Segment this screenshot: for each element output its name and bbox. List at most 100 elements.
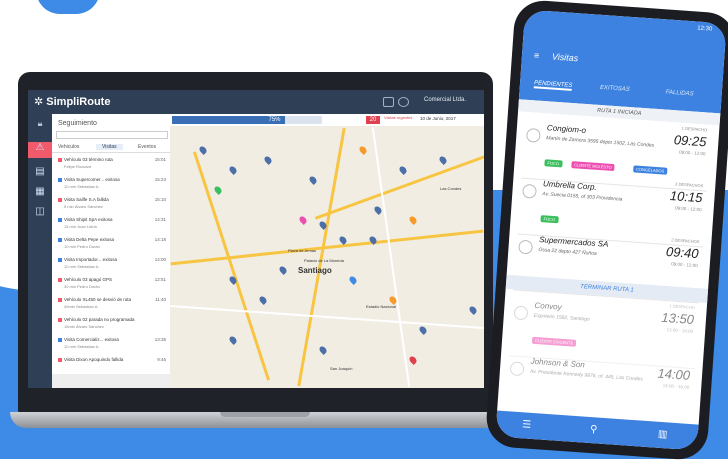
visit-name: Congiom-o: [546, 123, 587, 136]
tab-visitas[interactable]: Visitas: [96, 144, 123, 150]
map-view[interactable]: Santiago Plaza de Armas Palacio de La Mo…: [170, 126, 484, 388]
calendar-icon[interactable]: ▦: [34, 186, 46, 198]
timeline-row[interactable]: Visita Shipit SpA exitosa 15 min Juan Lid…: [58, 216, 166, 238]
map-pin-icon[interactable]: [308, 175, 318, 185]
progress-bar-area: 75% 20 Visitas urgentes 10 de Junio, 201…: [170, 114, 484, 126]
map-pin-icon[interactable]: [408, 355, 418, 365]
map-pin-icon[interactable]: [228, 165, 238, 175]
map-pin-icon[interactable]: [298, 215, 308, 225]
tab-vehiculos[interactable]: Vehiculos: [58, 144, 79, 150]
map-pin-icon[interactable]: [198, 145, 208, 155]
event-time: 12:51: [154, 277, 166, 282]
event-flag-icon: [58, 238, 62, 242]
event-subtitle: 10 min Pedro Durán: [64, 244, 100, 249]
visit-address: Av. Presidente Kennedy 9876, of. 445, La…: [529, 368, 644, 383]
list-icon[interactable]: ☰: [522, 419, 532, 431]
visit-window: 09:00 - 12:00: [671, 261, 698, 269]
checkbox-icon[interactable]: [509, 361, 525, 377]
checkbox-icon[interactable]: [513, 305, 529, 321]
event-time: 11:40: [155, 297, 166, 302]
checkbox-icon[interactable]: [525, 127, 541, 143]
event-subtitle: 10 min Sebastian A.: [64, 264, 100, 269]
map-pin-icon[interactable]: [438, 155, 448, 165]
app-logo[interactable]: ✲ SimpliRoute: [34, 95, 110, 108]
map-pin-icon[interactable]: [468, 305, 478, 315]
panel-footer: [52, 374, 170, 388]
timeline-row[interactable]: Vehículo 03 apagó GPS 30 min Pedro Durán 1…: [58, 276, 166, 298]
dispatch-count: 1 DESPACHO: [669, 303, 695, 311]
tab-eventos[interactable]: Eventos: [138, 144, 156, 150]
search-input[interactable]: [56, 131, 168, 139]
map-pin-icon[interactable]: [418, 325, 428, 335]
map-pin-icon[interactable]: [358, 145, 368, 155]
map-pin-icon[interactable]: [408, 215, 418, 225]
alert-icon[interactable]: ⚠: [28, 142, 52, 158]
menu-icon[interactable]: ≡: [534, 50, 540, 60]
event-title: Visita Dixon Apoquindo fallida: [64, 357, 124, 362]
timeline-row[interactable]: Visita Sailfe S.A fallida 5 min Álvaro Sá…: [58, 196, 166, 218]
event-title: Vehículo XL450 se desvió de ruta: [64, 297, 132, 302]
event-subtitle: 10 min Sebastian A.: [64, 344, 100, 349]
timeline-row[interactable]: Visita Comercializ... exitosa 10 min Seba…: [58, 336, 166, 358]
panel-tabs: Vehiculos Visitas Eventos: [52, 142, 170, 153]
video-icon[interactable]: [383, 97, 394, 107]
user-menu[interactable]: Comercial Ltda.: [424, 97, 466, 103]
tab-exitosas[interactable]: EXITOSAS: [600, 85, 630, 93]
event-title: Visita Importador... exitosa: [64, 257, 117, 262]
event-title: Visita Supercomer... exitosa: [64, 177, 120, 182]
event-time: 15:23: [154, 177, 166, 182]
event-time: 9:45: [157, 357, 166, 362]
map-pin-icon[interactable]: [373, 205, 383, 215]
checkbox-icon[interactable]: [518, 239, 534, 255]
map-pin-icon[interactable]: [213, 185, 223, 195]
progress-value: 75%: [268, 117, 281, 123]
event-title: Visita Sailfe S.A fallida: [64, 197, 109, 202]
tracking-panel: Seguimiento Vehiculos Visitas Eventos Ve…: [52, 114, 171, 388]
event-time: 14:00: [154, 257, 166, 262]
laptop-notch: [220, 412, 310, 417]
map-label-condes: Las Condes: [440, 186, 462, 191]
timeline-row[interactable]: Vehículo 03 término ruta Felipe Rocuant 15…: [58, 156, 166, 178]
tab-fallidas[interactable]: FALLIDAS: [666, 89, 694, 97]
event-time: 15:10: [154, 197, 166, 202]
map-pin-icon[interactable]: [278, 265, 288, 275]
timeline-row[interactable]: Visita Importador... exitosa 10 min Sebas…: [58, 256, 166, 278]
event-subtitle: 10 min Sebastian A.: [64, 184, 100, 189]
visit-address: Martín de Zamora 3595 depto 1502, Las Co…: [546, 135, 655, 149]
visit-tag: CONGELADOS: [632, 165, 668, 175]
map-pin-icon[interactable]: [398, 165, 408, 175]
document-icon[interactable]: ▥: [657, 429, 667, 441]
timeline-row[interactable]: Visita Delta Pepe exitosa 10 min Pedro Du…: [58, 236, 166, 258]
database-icon[interactable]: ◫: [34, 206, 46, 218]
map-pin-icon[interactable]: [228, 335, 238, 345]
alert-counter[interactable]: 20: [366, 116, 380, 124]
dispatch-count: 3 DESPACHOS: [675, 181, 704, 189]
timeline-row[interactable]: Vehículo XL450 se desvió de ruta 40min Se…: [58, 296, 166, 318]
checkbox-icon[interactable]: [522, 183, 537, 199]
street: [371, 127, 411, 387]
event-subtitle: 5 min Álvaro Sánchez: [64, 204, 103, 209]
clipboard-icon[interactable]: ▤: [34, 166, 46, 178]
map-pin-icon[interactable]: [258, 295, 268, 305]
map-pin-icon[interactable]: [348, 275, 358, 285]
event-title: Vehículo 03 apagó GPS: [64, 277, 113, 282]
tab-pendientes[interactable]: PENDIENTES: [533, 80, 573, 91]
phone-frame: 12:30 ≡ Visitas PENDIENTES EXITOSAS FALL…: [484, 0, 728, 461]
visit-window: 14:00 - 16:00: [662, 382, 690, 390]
visit-tag: CLIENTE MOLESTO: [571, 161, 615, 172]
date-filter[interactable]: 10 de Junio, 2017: [420, 116, 456, 121]
map-label-center: Plaza de Armas: [288, 248, 317, 253]
map-pin-icon[interactable]: [263, 155, 273, 165]
event-title: Visita Delta Pepe exitosa: [64, 237, 114, 242]
map-pin-icon[interactable]: ⚲: [590, 424, 598, 435]
visit-address: Ossa 22 depto 427 Ñuñoa: [538, 246, 597, 258]
timeline-row[interactable]: Vehículo 02 parada no programada 15min Ál…: [58, 316, 166, 338]
panel-title: Seguimiento: [58, 120, 97, 127]
progress-fill: 75%: [172, 116, 285, 124]
map-pin-icon[interactable]: [318, 345, 328, 355]
timeline-row[interactable]: Visita Supercomer... exitosa 10 min Sebas…: [58, 176, 166, 198]
quote-icon[interactable]: ❝: [34, 122, 46, 134]
chat-icon[interactable]: [398, 97, 409, 107]
event-time: 14:31: [154, 217, 166, 222]
visit-name: Convoy: [534, 300, 562, 312]
